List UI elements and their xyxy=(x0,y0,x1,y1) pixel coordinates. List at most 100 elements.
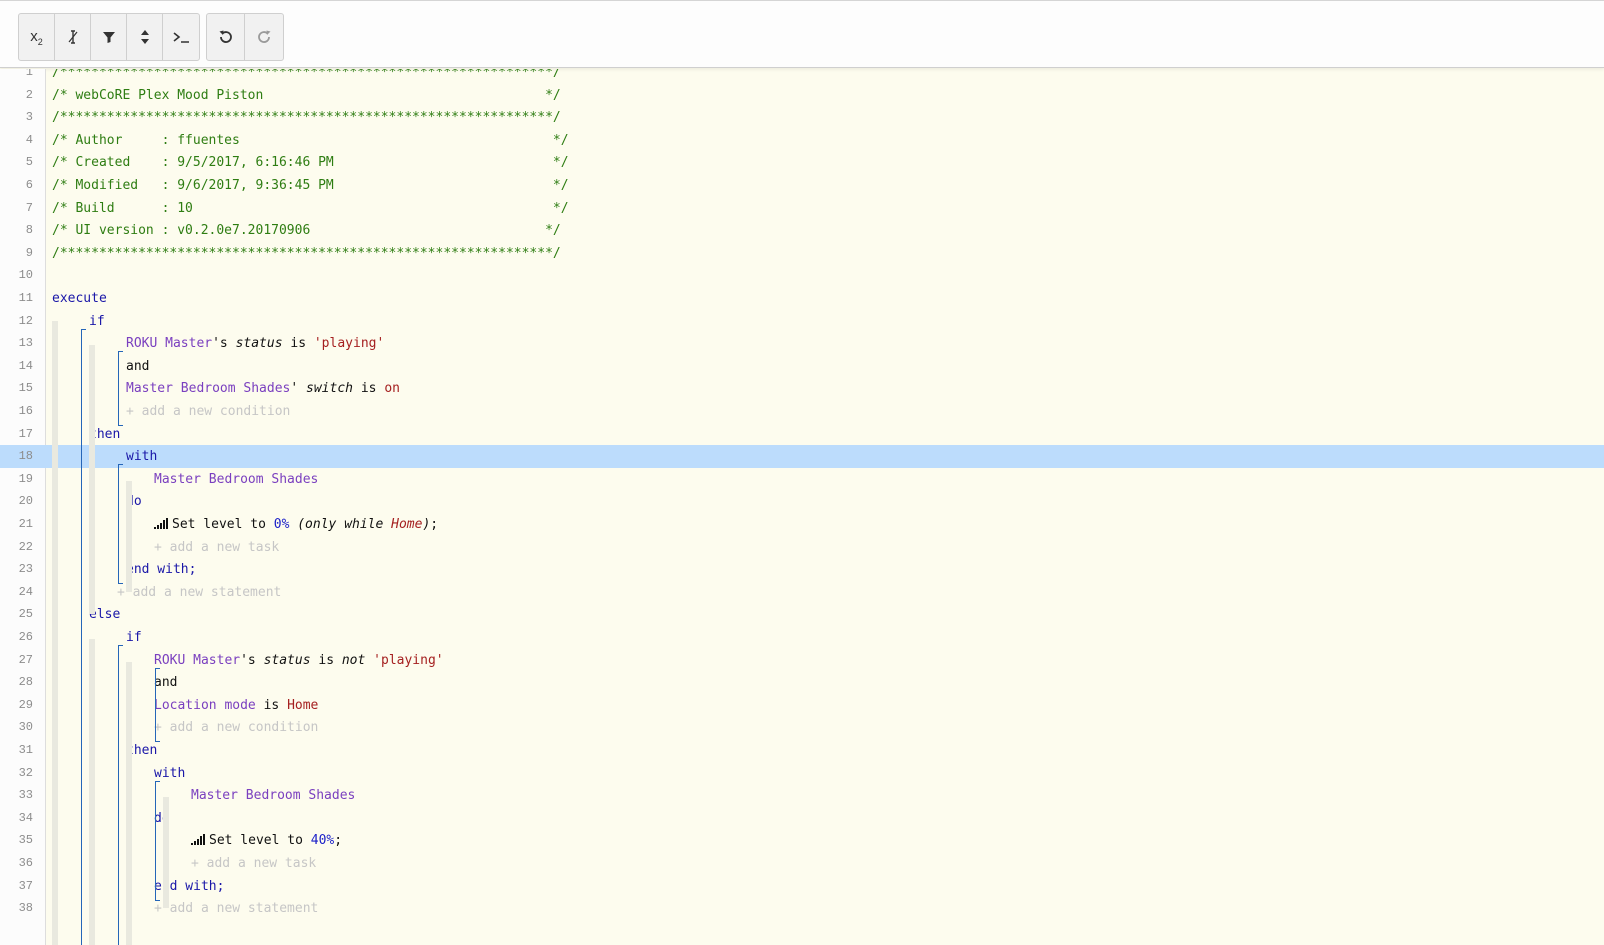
code-line[interactable]: 26 if xyxy=(0,626,1604,649)
code-text: ROKU Master's status is not 'playing' xyxy=(154,649,444,672)
code-line[interactable]: 8 /* UI version : v0.2.0e7.20170906 */ xyxy=(0,219,1604,242)
code-line[interactable]: 17 then xyxy=(0,423,1604,446)
line-number: 3 xyxy=(25,110,33,125)
sort-button[interactable] xyxy=(127,14,163,60)
device-name[interactable]: Master Bedroom Shades xyxy=(191,788,355,803)
sort-icon xyxy=(140,29,150,45)
token: is xyxy=(282,336,314,352)
line-number: 22 xyxy=(18,539,33,554)
code-line[interactable]: 18 with xyxy=(0,445,1604,469)
code-line[interactable]: 30 + add a new condition xyxy=(0,716,1604,739)
code-line[interactable]: 9 /**************************************… xyxy=(0,242,1604,265)
code-text: /* Author : ffuentes */ xyxy=(52,129,569,152)
code-line[interactable]: 20 do xyxy=(0,490,1604,513)
indent-rail xyxy=(163,797,169,909)
code-line[interactable]: 21 Set level to 0% (only while Home); xyxy=(0,513,1604,536)
code-line[interactable]: 22 + add a new task xyxy=(0,536,1604,559)
device-name[interactable]: Master Bedroom Shades xyxy=(154,472,318,487)
block-bracket xyxy=(118,351,123,426)
code-line[interactable]: 38 + add a new statement xyxy=(0,897,1604,920)
code-line[interactable]: 29 Location mode is Home xyxy=(0,694,1604,717)
line-number: 9 xyxy=(25,245,33,260)
code-line[interactable]: 23 end with; xyxy=(0,558,1604,581)
code-line[interactable]: 4 /* Author : ffuentes */ xyxy=(0,129,1604,152)
add-new-link[interactable]: + add a new statement xyxy=(154,901,318,916)
add-new-link[interactable]: + add a new task xyxy=(191,856,316,871)
code-line[interactable]: 28 and xyxy=(0,671,1604,694)
keyword: end with; xyxy=(126,562,197,578)
add-new-link[interactable]: + add a new condition xyxy=(126,404,290,419)
device-name[interactable]: ROKU Master xyxy=(154,653,240,668)
code-text: with xyxy=(126,445,157,468)
line-number: 32 xyxy=(18,765,33,780)
code-line[interactable]: 5 /* Created : 9/5/2017, 6:16:46 PM */ xyxy=(0,151,1604,174)
code-line[interactable]: 27 ROKU Master's status is not 'playing' xyxy=(0,649,1604,672)
line-number: 8 xyxy=(25,223,33,238)
code-line[interactable]: 35 Set level to 40%; xyxy=(0,829,1604,852)
code-line[interactable]: 34 do xyxy=(0,807,1604,830)
code-line[interactable]: 13 ROKU Master's status is 'playing' xyxy=(0,332,1604,355)
code-line[interactable]: 19 Master Bedroom Shades xyxy=(0,468,1604,491)
code-line[interactable]: 2 /* webCoRE Plex Mood Piston */ xyxy=(0,84,1604,107)
code-line[interactable]: 3 /**************************************… xyxy=(0,106,1604,129)
code-text: /* Created : 9/5/2017, 6:16:46 PM */ xyxy=(52,151,569,174)
code-line[interactable]: 1 /**************************************… xyxy=(0,69,1604,84)
subscript-toggle-button[interactable]: x2 xyxy=(19,14,55,60)
indent-rail xyxy=(89,345,95,615)
code-line[interactable]: 33 Master Bedroom Shades xyxy=(0,784,1604,807)
console-button[interactable] xyxy=(163,14,199,60)
token: on xyxy=(384,381,400,397)
code-line[interactable]: 16 + add a new condition xyxy=(0,400,1604,423)
code-line[interactable]: 32 with xyxy=(0,762,1604,785)
code-line[interactable]: 15 Master Bedroom Shades' switch is on xyxy=(0,377,1604,400)
code-line[interactable]: 37 end with; xyxy=(0,875,1604,898)
code-line[interactable]: 11 execute xyxy=(0,287,1604,310)
line-number: 2 xyxy=(25,87,33,102)
line-number: 31 xyxy=(18,743,33,757)
token: is xyxy=(310,652,342,668)
disable-toggle-button[interactable] xyxy=(55,14,91,60)
code-text: Master Bedroom Shades' switch is on xyxy=(126,377,400,400)
block-bracket xyxy=(118,464,123,585)
line-number: 20 xyxy=(18,494,33,509)
token: /***************************************… xyxy=(52,245,561,261)
device-name[interactable]: Master Bedroom Shades xyxy=(126,381,290,396)
add-new-link[interactable]: + add a new task xyxy=(154,540,279,555)
code-text: + add a new condition xyxy=(126,400,290,423)
device-name[interactable]: Location mode xyxy=(154,698,256,713)
code-line[interactable]: 24 + add a new statement xyxy=(0,581,1604,604)
token: ' xyxy=(290,381,307,397)
line-number: 4 xyxy=(25,132,33,147)
code-editor[interactable]: 1 /**************************************… xyxy=(0,69,1604,945)
line-number: 28 xyxy=(18,675,33,690)
keyword: with xyxy=(126,449,158,465)
device-name[interactable]: ROKU Master xyxy=(126,336,212,351)
line-number: 6 xyxy=(25,178,33,192)
code-line[interactable]: 6 /* Modified : 9/6/2017, 9:36:45 PM */ xyxy=(0,174,1604,197)
redo-button[interactable] xyxy=(245,14,283,60)
code-line[interactable]: 12 if xyxy=(0,310,1604,333)
code-text: end with; xyxy=(126,558,196,581)
code-line[interactable]: 7 /* Build : 10 */ xyxy=(0,197,1604,220)
block-bracket xyxy=(155,780,160,901)
code-line[interactable]: 10 xyxy=(0,264,1604,287)
line-number: 13 xyxy=(18,336,33,351)
line-number: 36 xyxy=(18,856,33,870)
code-line[interactable]: 36 + add a new task xyxy=(0,852,1604,875)
code-line[interactable]: 14 and xyxy=(0,355,1604,378)
filter-icon xyxy=(102,30,116,44)
token: Home xyxy=(287,697,319,713)
code-text: Set level to 0% (only while Home); xyxy=(154,513,438,536)
keyword: if xyxy=(89,313,105,329)
token: and xyxy=(154,675,178,691)
add-new-link[interactable]: + add a new statement xyxy=(117,585,281,600)
indent-rail xyxy=(126,661,132,945)
code-line[interactable]: 31 then xyxy=(0,739,1604,762)
undo-button[interactable] xyxy=(207,14,245,60)
code-line[interactable]: 25 else xyxy=(0,603,1604,626)
token: is xyxy=(255,697,288,713)
code-text: Set level to 40%; xyxy=(191,829,342,852)
filter-button[interactable] xyxy=(91,14,127,60)
add-new-link[interactable]: + add a new condition xyxy=(154,720,318,735)
